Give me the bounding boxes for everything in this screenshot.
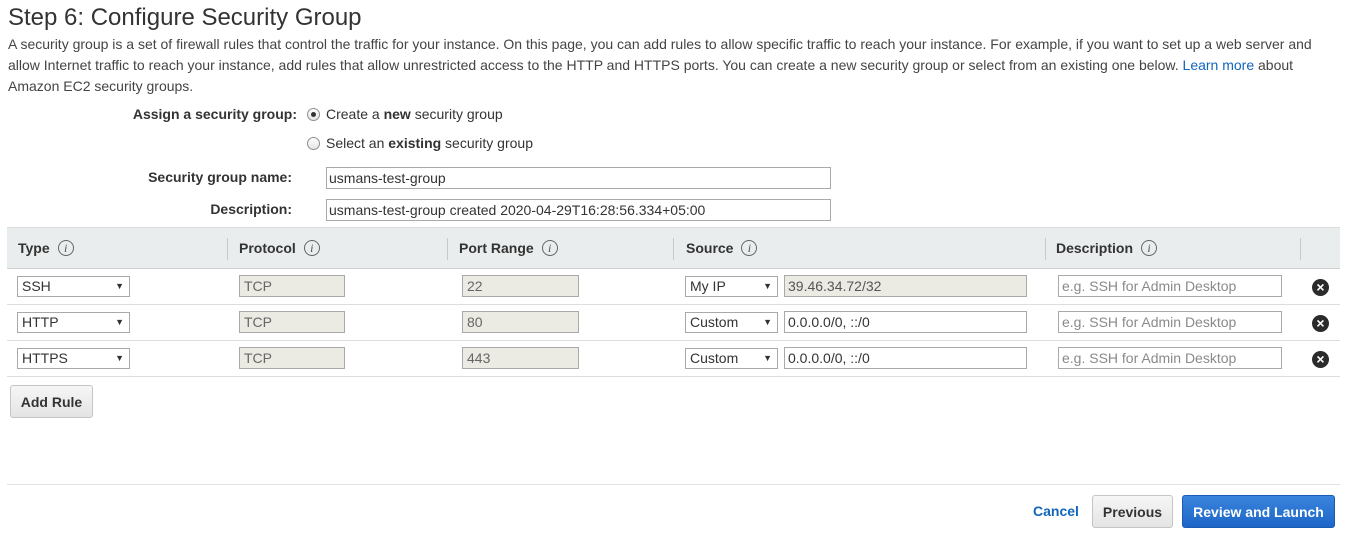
review-and-launch-button[interactable]: Review and Launch <box>1182 495 1335 528</box>
create-new-radio[interactable] <box>307 107 320 121</box>
table-row: HTTP ▼ TCP 80 Custom ▼ 0.0.0.0/0, ::/0 e.g… <box>7 305 1340 341</box>
previous-button[interactable]: Previous <box>1092 495 1173 528</box>
footer-divider <box>7 484 1340 485</box>
column-divider <box>227 238 228 260</box>
chevron-down-icon: ▼ <box>115 353 124 363</box>
port-range-field: 443 <box>462 347 579 369</box>
rule-description-input[interactable]: e.g. SSH for Admin Desktop <box>1058 275 1282 297</box>
select-existing-security-group-option[interactable]: Select an existing security group <box>307 135 533 151</box>
info-icon[interactable]: i <box>57 240 74 256</box>
add-rule-button[interactable]: Add Rule <box>10 385 93 418</box>
remove-rule-icon[interactable]: × <box>1312 351 1329 368</box>
source-cidr-input[interactable]: 39.46.34.72/32 <box>784 275 1027 297</box>
source-type-select[interactable]: Custom ▼ <box>685 312 778 333</box>
protocol-field: TCP <box>239 347 345 369</box>
learn-more-link[interactable]: Learn more <box>1183 57 1255 73</box>
info-icon[interactable]: i <box>303 240 320 256</box>
remove-rule-icon[interactable]: × <box>1312 279 1329 296</box>
column-divider <box>673 238 674 260</box>
port-range-field: 80 <box>462 311 579 333</box>
assign-security-group-label: Assign a security group: <box>132 106 297 122</box>
create-new-label: Create a new security group <box>326 106 503 122</box>
rules-table-header: Type i Protocol i Port Range i Source i Desc… <box>7 227 1340 269</box>
column-header-type: Type i <box>18 228 74 268</box>
intro-text: A security group is a set of firewall ru… <box>8 36 1312 73</box>
select-existing-radio[interactable] <box>307 136 320 150</box>
type-select[interactable]: SSH ▼ <box>17 276 130 297</box>
column-divider <box>447 238 448 260</box>
table-row: SSH ▼ TCP 22 My IP ▼ 39.46.34.72/32 e.g. S… <box>7 269 1340 305</box>
security-group-name-input[interactable]: usmans-test-group <box>326 167 831 189</box>
chevron-down-icon: ▼ <box>763 281 772 291</box>
description-input[interactable]: usmans-test-group created 2020-04-29T16:… <box>326 199 831 221</box>
table-row: HTTPS ▼ TCP 443 Custom ▼ 0.0.0.0/0, ::/0 e… <box>7 341 1340 377</box>
page-title: Step 6: Configure Security Group <box>8 4 362 31</box>
column-header-port-range: Port Range i <box>459 228 558 268</box>
select-existing-label: Select an existing security group <box>326 135 533 151</box>
chevron-down-icon: ▼ <box>763 317 772 327</box>
protocol-field: TCP <box>239 311 345 333</box>
source-type-select[interactable]: Custom ▼ <box>685 348 778 369</box>
rule-description-input[interactable]: e.g. SSH for Admin Desktop <box>1058 311 1282 333</box>
column-divider <box>1300 238 1301 260</box>
column-header-source: Source i <box>686 228 758 268</box>
type-select[interactable]: HTTP ▼ <box>17 312 130 333</box>
info-icon[interactable]: i <box>1141 240 1158 256</box>
port-range-field: 22 <box>462 275 579 297</box>
security-group-name-label: Security group name: <box>148 169 292 185</box>
source-type-select[interactable]: My IP ▼ <box>685 276 778 297</box>
chevron-down-icon: ▼ <box>115 317 124 327</box>
rule-description-input[interactable]: e.g. SSH for Admin Desktop <box>1058 347 1282 369</box>
type-select[interactable]: HTTPS ▼ <box>17 348 130 369</box>
info-icon[interactable]: i <box>741 240 758 256</box>
chevron-down-icon: ▼ <box>115 281 124 291</box>
column-header-description: Description i <box>1056 228 1158 268</box>
column-divider <box>1045 238 1046 260</box>
cancel-button[interactable]: Cancel <box>1033 503 1079 519</box>
create-new-security-group-option[interactable]: Create a new security group <box>307 106 503 122</box>
protocol-field: TCP <box>239 275 345 297</box>
column-header-protocol: Protocol i <box>239 228 320 268</box>
chevron-down-icon: ▼ <box>763 353 772 363</box>
page-description: A security group is a set of firewall ru… <box>8 34 1328 97</box>
info-icon[interactable]: i <box>541 240 558 256</box>
remove-rule-icon[interactable]: × <box>1312 315 1329 332</box>
source-cidr-input[interactable]: 0.0.0.0/0, ::/0 <box>784 347 1027 369</box>
source-cidr-input[interactable]: 0.0.0.0/0, ::/0 <box>784 311 1027 333</box>
description-label: Description: <box>210 201 292 217</box>
